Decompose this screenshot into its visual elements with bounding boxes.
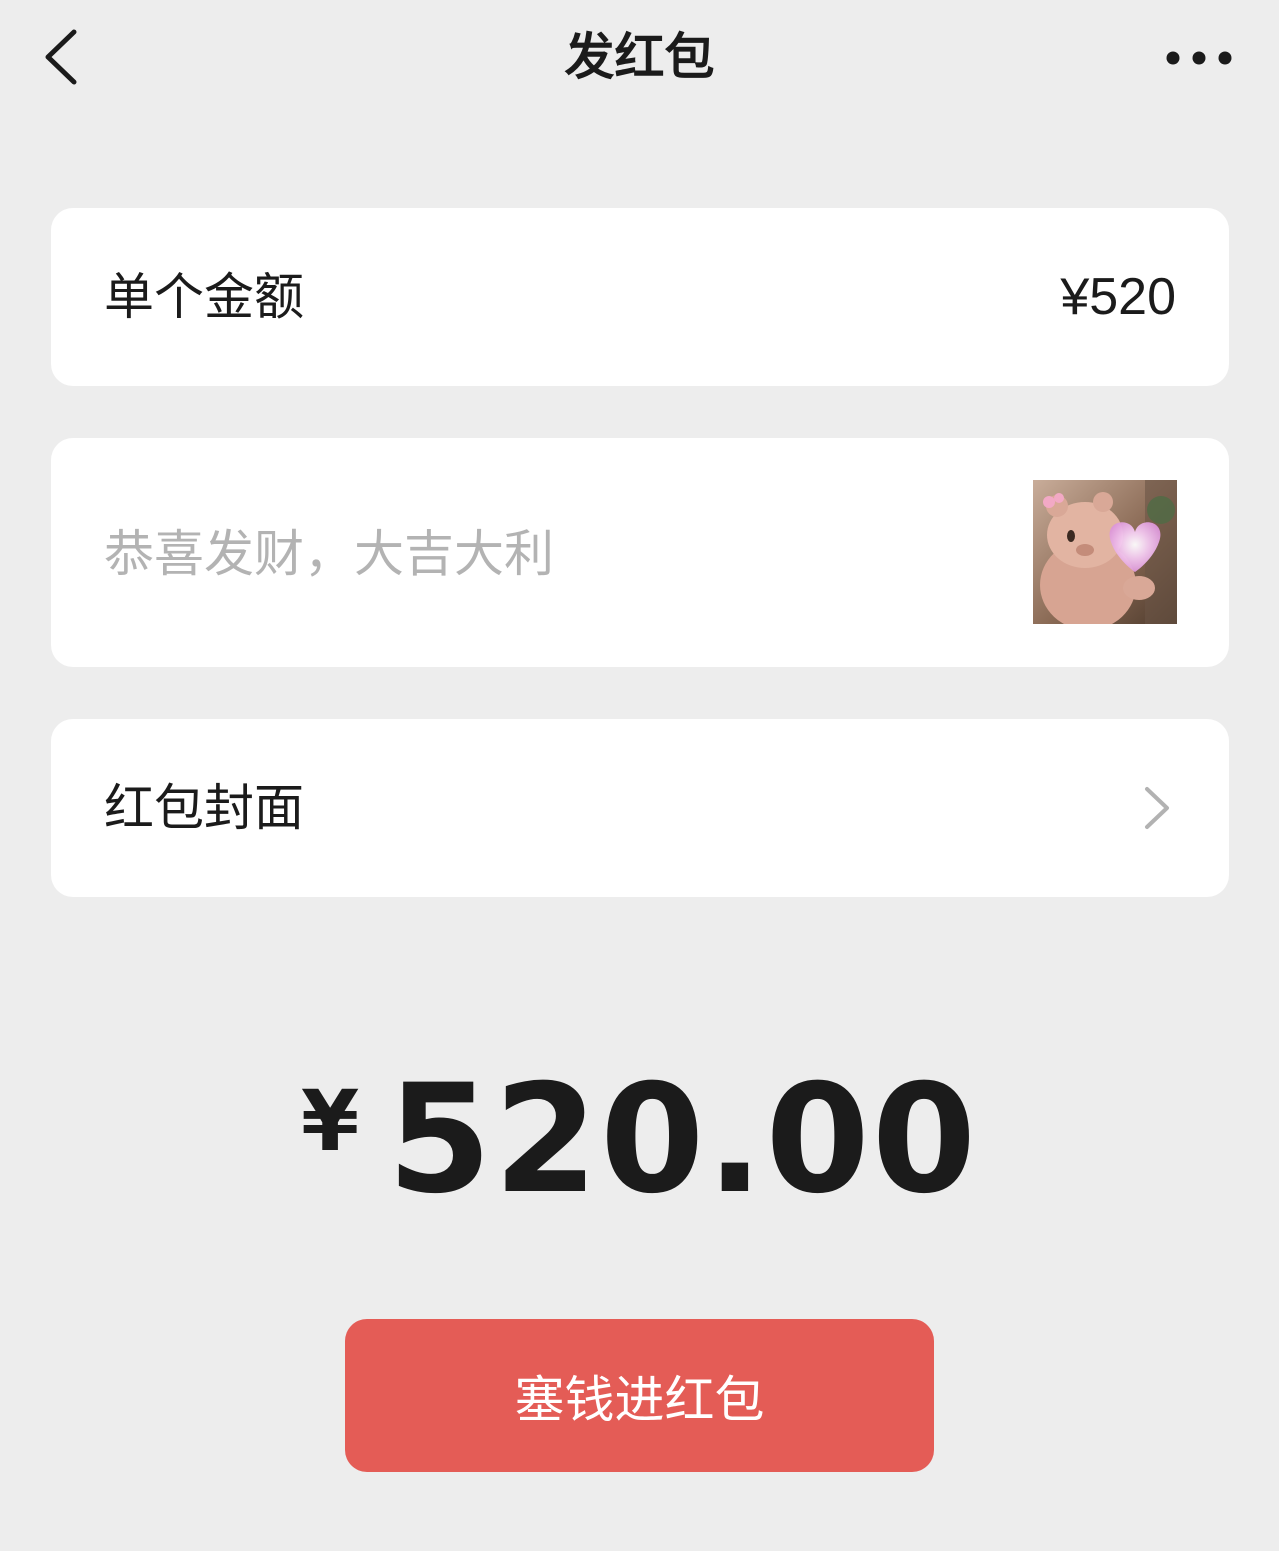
total-amount: 520.00	[387, 1053, 979, 1227]
more-button[interactable]	[1159, 30, 1239, 86]
submit-button[interactable]: 塞钱进红包	[345, 1319, 934, 1472]
sticker-button[interactable]	[1033, 480, 1177, 624]
cover-row[interactable]: 红包封面	[51, 719, 1229, 897]
cover-label: 红包封面	[104, 779, 304, 837]
greeting-row	[51, 438, 1229, 667]
greeting-input[interactable]	[104, 524, 984, 584]
total-currency-symbol: ¥	[300, 1072, 360, 1170]
nav-bar: 发红包	[0, 0, 1279, 120]
amount-row[interactable]: 单个金额 ¥520	[51, 208, 1229, 386]
more-dots-icon	[1166, 51, 1232, 65]
total-amount-display: ¥520.00	[0, 1050, 1279, 1230]
amount-value[interactable]: ¥520	[1060, 267, 1176, 327]
amount-label: 单个金额	[104, 268, 304, 326]
page-title: 发红包	[564, 28, 715, 86]
chevron-right-icon	[1145, 787, 1169, 829]
bear-with-heart-sticker-icon	[1033, 480, 1177, 624]
